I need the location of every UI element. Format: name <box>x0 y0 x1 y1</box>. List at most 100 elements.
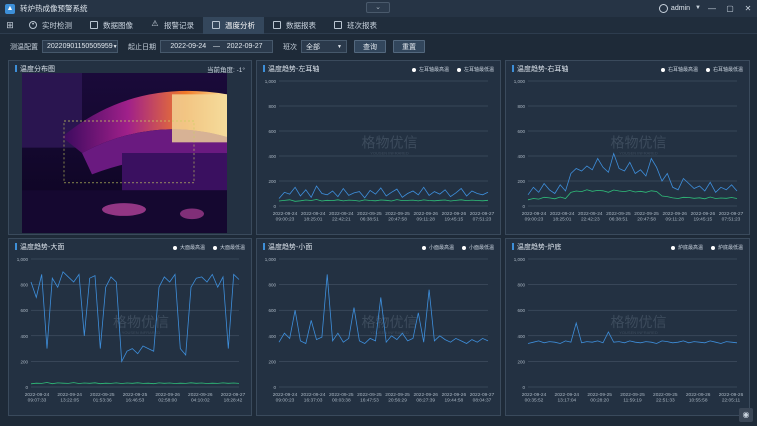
x-tick-label: 2022-09-26 19:45:15 <box>691 211 716 223</box>
reset-button[interactable]: 重置 <box>393 40 425 53</box>
y-tick-label: 600 <box>268 129 276 134</box>
y-tick-label: 400 <box>517 334 525 339</box>
x-tick-label: 2022-09-25 20:47:58 <box>385 211 410 223</box>
user-menu[interactable]: admin <box>671 5 690 12</box>
x-tick-label: 2022-09-25 00:03:38 <box>329 392 354 404</box>
y-tick-label: 400 <box>268 154 276 159</box>
watermark-logo: 格物优信 <box>611 314 667 330</box>
x-tick-label: 2022-09-24 16:37:03 <box>301 392 326 404</box>
x-tick-label: 2022-09-25 16:46:53 <box>123 392 148 404</box>
y-tick-label: 0 <box>273 385 276 390</box>
app-logo: ▲ <box>5 3 15 14</box>
y-tick-label: 400 <box>268 334 276 339</box>
x-tick-label: 2022-09-26 09:11:28 <box>662 211 687 223</box>
watermark-logo: 格物优信 <box>362 314 418 330</box>
trend-large-face-panel: 温度趋势-大面 大面最高温 大面最低温 1,000 800 600 400 200 0 2022-… <box>8 238 252 416</box>
x-tick-label: 2022-09-27 07:51:23 <box>719 211 744 223</box>
user-icon <box>658 4 668 13</box>
document-icon <box>212 21 220 29</box>
x-tick-label: 2022-09-25 16:47:53 <box>357 392 382 404</box>
y-tick-label: 800 <box>517 104 525 109</box>
collapse-toggle-button[interactable]: ⌄ <box>366 2 390 13</box>
x-tick-label: 2022-09-26 19:44:58 <box>442 392 467 404</box>
maximize-button[interactable]: ▢ <box>721 0 739 17</box>
watermark-logo: 格物优信 <box>611 135 667 151</box>
x-tick-label: 2022-09-27 07:51:23 <box>470 211 495 223</box>
query-button[interactable]: 查询 <box>354 40 386 53</box>
x-tick-label: 2022-09-24 18:25:01 <box>301 211 326 223</box>
date-range-label: 起止日期 <box>128 43 156 51</box>
y-tick-label: 200 <box>268 359 276 364</box>
x-tick-label: 2022-09-26 09:11:28 <box>413 211 438 223</box>
x-tick-label: 2022-09-24 09:00:23 <box>273 392 298 404</box>
tab-realtime[interactable]: • 实时检测 <box>20 17 81 34</box>
y-tick-label: 400 <box>20 334 28 339</box>
x-tick-label: 2022-09-26 02:58:00 <box>155 392 180 404</box>
tab-data-report[interactable]: 数据报表 <box>264 17 325 34</box>
thermal-image <box>22 73 227 233</box>
y-tick-label: 600 <box>517 129 525 134</box>
document-icon <box>273 21 281 29</box>
assistant-icon[interactable]: ◉ <box>739 408 753 422</box>
distribution-panel: 温度分布图 当前角度: -1° <box>8 60 252 235</box>
series-line-max[interactable] <box>527 152 738 196</box>
chevron-down-icon: ▼ <box>112 43 118 50</box>
main-nav: ⊞ • 实时检测 数据图像 ⚠ 报警记录 温度分析 数据报表 班次报表 <box>0 16 757 34</box>
watermark-logo: 格物优信 <box>113 314 169 330</box>
y-tick-label: 800 <box>268 104 276 109</box>
y-tick-label: 1,000 <box>17 257 29 262</box>
tab-alarm-records[interactable]: ⚠ 报警记录 <box>142 17 203 34</box>
y-tick-label: 1,000 <box>265 257 277 262</box>
x-tick-label: 2022-09-25 00:28:20 <box>587 392 612 404</box>
y-tick-label: 800 <box>268 283 276 288</box>
series-line-min[interactable] <box>278 199 489 202</box>
watermark-logo: 格物优信 <box>362 135 418 151</box>
x-tick-label: 2022-09-24 13:22:05 <box>57 392 82 404</box>
camera-icon: • <box>29 21 37 29</box>
line-chart: 1,000 800 600 400 200 0 2022-09-24 09:07:33 2022… <box>17 257 246 404</box>
date-end: 2022-09-27 <box>226 43 263 50</box>
x-tick-label: 2022-09-26 04:10:02 <box>188 392 213 404</box>
x-tick-label: 2022-09-26 22:05:11 <box>719 392 744 404</box>
y-tick-label: 200 <box>517 179 525 184</box>
date-range-picker[interactable]: 2022-09-24 — 2022-09-27 <box>160 40 273 53</box>
x-tick-label: 2022-09-26 08:27:39 <box>413 392 438 404</box>
watermark-subtitle: YOUSEN INFRARED <box>370 151 409 156</box>
y-tick-label: 1,000 <box>265 79 277 84</box>
y-tick-label: 1,000 <box>514 79 526 84</box>
grid-menu-icon[interactable]: ⊞ <box>0 20 20 31</box>
trend-bottom-panel: 温度趋势-炉底 炉底最高温 炉底最低温 1,000 800 600 400 200 0 2022-… <box>505 238 750 416</box>
tab-shift-report[interactable]: 班次报表 <box>325 17 386 34</box>
y-tick-label: 1,000 <box>514 257 526 262</box>
y-tick-label: 600 <box>20 308 28 313</box>
config-select[interactable]: 20220901150505959 ▼ <box>42 40 118 53</box>
document-icon <box>334 21 342 29</box>
tab-temperature-analysis[interactable]: 温度分析 <box>203 16 264 34</box>
tab-data-images[interactable]: 数据图像 <box>81 17 142 34</box>
series-line-max[interactable] <box>278 185 489 199</box>
date-start: 2022-09-24 <box>170 43 207 50</box>
watermark-subtitle: YOUSEN INFRARED <box>122 330 161 335</box>
shift-select[interactable]: 全部 ▼ <box>301 40 347 53</box>
y-tick-label: 0 <box>273 204 276 209</box>
x-tick-label: 2022-09-26 19:45:15 <box>442 211 467 223</box>
user-dropdown-icon[interactable]: ▼ <box>693 0 703 17</box>
filter-toolbar: 测温配置 20220901150505959 ▼ 起止日期 2022-09-24 … <box>0 38 757 55</box>
x-tick-label: 2022-09-24 09:00:23 <box>273 211 298 223</box>
trend-left-trunnion-panel: 温度趋势-左耳轴 左耳轴最高温 左耳轴最低温 1,000 800 600 400 200 0 20… <box>256 60 501 235</box>
watermark-subtitle: YOUSEN INFRARED <box>619 151 658 156</box>
trend-small-face-panel: 温度趋势-小面 小面最高温 小面最低温 1,000 800 600 400 200 0 2022-… <box>256 238 501 416</box>
close-button[interactable]: ✕ <box>739 0 757 17</box>
warning-icon: ⚠ <box>151 19 159 28</box>
watermark-subtitle: YOUSEN INFRARED <box>619 330 658 335</box>
y-tick-label: 200 <box>20 359 28 364</box>
x-tick-label: 2022-09-27 18:28:42 <box>221 392 246 404</box>
series-line-min[interactable] <box>30 382 240 385</box>
line-chart: 1,00080060040020002022-09-24 09:00:232022… <box>265 79 495 223</box>
y-tick-label: 600 <box>268 308 276 313</box>
y-tick-label: 200 <box>268 179 276 184</box>
series-line-min[interactable] <box>527 189 738 201</box>
minimize-button[interactable]: — <box>703 0 721 17</box>
x-tick-label: 2022-09-24 22:42:21 <box>329 211 354 223</box>
x-tick-label: 2022-09-24 13:17:04 <box>555 392 580 404</box>
